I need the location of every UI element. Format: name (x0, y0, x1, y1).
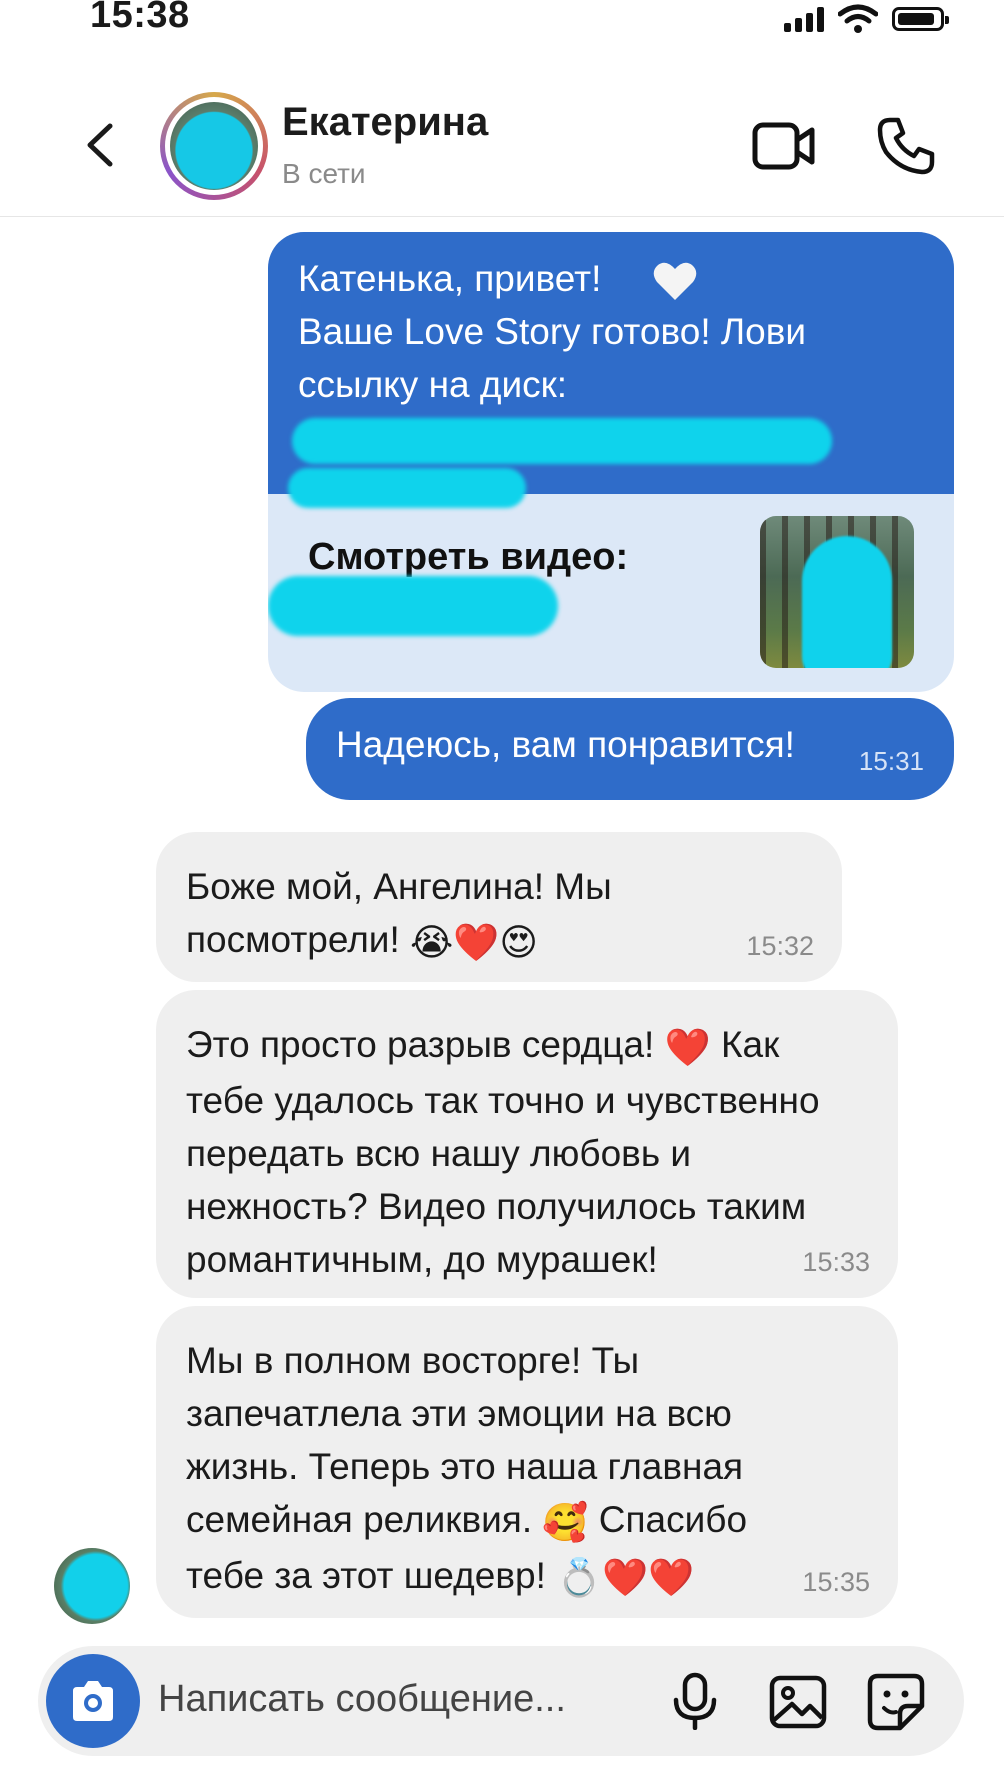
message-text-content: Боже мой, Ангелина! Мы посмотрели! (186, 866, 612, 960)
video-thumbnail[interactable] (760, 516, 914, 668)
video-call-icon[interactable] (752, 118, 816, 174)
incoming-message[interactable]: Это просто разрыв сердца! ❤️ Как тебе уд… (156, 990, 898, 1298)
message-time: 15:31 (858, 746, 924, 776)
microphone-icon[interactable] (670, 1672, 720, 1730)
status-bar: 15:38 (0, 0, 1004, 50)
redacted-link (288, 468, 526, 508)
message-text: Боже мой, Ангелина! Мы посмотрели! 😭❤️😍 (186, 860, 612, 969)
phone-call-icon[interactable] (876, 116, 936, 176)
camera-button[interactable] (46, 1654, 140, 1748)
message-text: Это просто разрыв сердца! ❤️ Как тебе уд… (186, 1018, 820, 1286)
message-time: 15:33 (802, 1247, 870, 1277)
message-time: 15:35 (802, 1567, 870, 1597)
ring-hearts-emojis: 💍❤️❤️ (556, 1556, 695, 1600)
wifi-icon (838, 4, 878, 33)
outgoing-message-card[interactable]: Катенька, привет! Ваше Love Story готово… (268, 232, 954, 692)
contact-name[interactable]: Екатерина (282, 100, 488, 145)
sender-avatar[interactable] (54, 1548, 130, 1624)
contact-status: В сети (282, 158, 366, 189)
message-text: Надеюсь, вам понравится! (336, 724, 795, 765)
sticker-icon[interactable] (866, 1672, 926, 1732)
redacted-link (292, 418, 832, 464)
message-text-content: Катенька, привет! Ваше Love Story готово… (298, 258, 807, 405)
message-text: Катенька, привет! Ваше Love Story готово… (298, 252, 918, 411)
message-time: 15:32 (746, 931, 814, 961)
status-icons (784, 2, 949, 36)
camera-icon (73, 1681, 113, 1721)
message-input-bar: Написать сообщение... (38, 1646, 964, 1756)
redacted-link (268, 576, 558, 636)
status-time: 15:38 (90, 0, 190, 36)
link-preview-title[interactable]: Смотреть видео: (308, 536, 628, 579)
smiling-hearts-emoji: 🥰 (542, 1500, 589, 1544)
message-input[interactable]: Написать сообщение... (158, 1678, 566, 1721)
battery-icon (892, 7, 949, 31)
incoming-message[interactable]: Мы в полном восторге! Ты запечатлела эти… (156, 1306, 898, 1618)
incoming-message[interactable]: Боже мой, Ангелина! Мы посмотрели! 😭❤️😍 … (156, 832, 842, 982)
signal-icon (784, 6, 824, 32)
message-text-part: Это просто разрыв сердца! (186, 1024, 665, 1065)
message-text: Мы в полном восторге! Ты запечатлела эти… (186, 1334, 747, 1604)
outgoing-message[interactable]: Надеюсь, вам понравится! 15:31 (306, 698, 954, 800)
contact-avatar[interactable] (160, 92, 268, 200)
white-heart-icon (653, 262, 697, 300)
crying-heart-eyes-emojis: 😭❤️😍 (410, 920, 538, 964)
back-arrow-icon[interactable] (78, 122, 124, 168)
red-heart-emoji: ❤️ (664, 1025, 711, 1069)
gallery-icon[interactable] (768, 1674, 828, 1730)
chat-header: Екатерина В сети (0, 70, 1004, 217)
